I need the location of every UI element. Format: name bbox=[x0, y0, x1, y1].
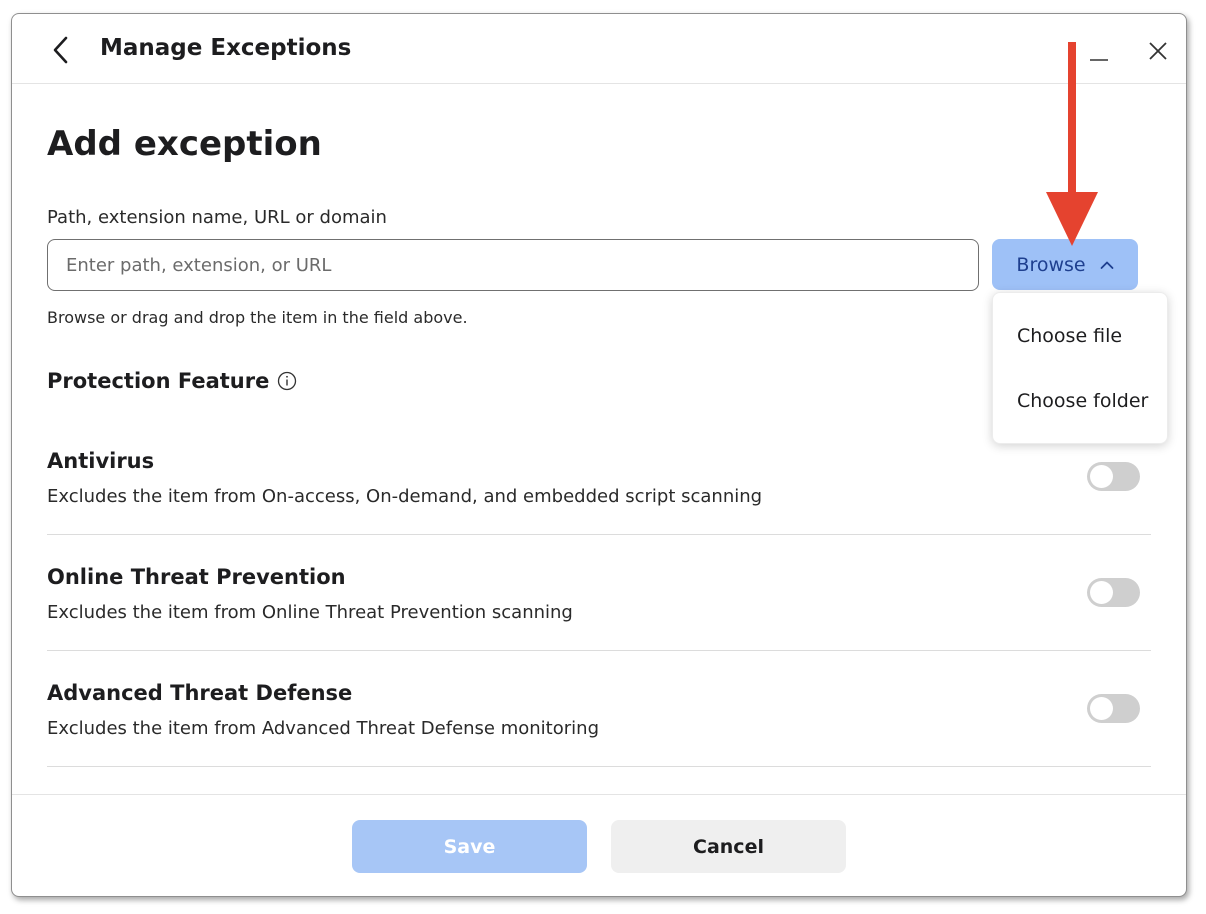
helper-text: Browse or drag and drop the item in the … bbox=[47, 308, 468, 327]
feature-name: Advanced Threat Defense bbox=[47, 681, 353, 705]
toggle-knob bbox=[1090, 697, 1113, 720]
antivirus-toggle[interactable] bbox=[1087, 462, 1140, 491]
path-field-label: Path, extension name, URL or domain bbox=[47, 207, 387, 228]
manage-exceptions-window: Manage Exceptions Add exception Path, ex… bbox=[11, 13, 1187, 897]
feature-name: Online Threat Prevention bbox=[47, 565, 346, 589]
path-input[interactable] bbox=[47, 239, 979, 291]
page-heading: Add exception bbox=[47, 124, 322, 164]
save-button[interactable]: Save bbox=[352, 820, 587, 873]
feature-description: Excludes the item from On-access, On-dem… bbox=[47, 486, 763, 507]
feature-description: Excludes the item from Online Threat Pre… bbox=[47, 602, 573, 623]
back-button[interactable] bbox=[48, 36, 74, 64]
toggle-knob bbox=[1090, 465, 1113, 488]
protection-feature-title: Protection Feature bbox=[47, 369, 270, 393]
browse-dropdown-menu: Choose file Choose folder bbox=[992, 292, 1168, 444]
feature-row-advanced-threat-defense: Advanced Threat Defense Excludes the ite… bbox=[47, 676, 1151, 792]
window-title: Manage Exceptions bbox=[100, 35, 352, 61]
cancel-button-label: Cancel bbox=[693, 835, 764, 858]
chevron-up-icon bbox=[1100, 261, 1113, 269]
divider bbox=[47, 534, 1151, 535]
dialog-footer: Save Cancel bbox=[12, 794, 1186, 897]
title-bar: Manage Exceptions bbox=[12, 14, 1186, 84]
cancel-button[interactable]: Cancel bbox=[611, 820, 846, 873]
feature-description: Excludes the item from Advanced Threat D… bbox=[47, 718, 599, 739]
menu-item-choose-folder[interactable]: Choose folder bbox=[1017, 390, 1148, 412]
feature-name: Antivirus bbox=[47, 449, 155, 473]
divider bbox=[47, 650, 1151, 651]
chevron-left-icon bbox=[53, 36, 68, 64]
save-button-label: Save bbox=[443, 835, 496, 858]
menu-item-choose-file[interactable]: Choose file bbox=[1017, 325, 1122, 347]
feature-row-online-threat-prevention: Online Threat Prevention Excludes the it… bbox=[47, 560, 1151, 676]
feature-row-antivirus: Antivirus Excludes the item from On-acce… bbox=[47, 444, 1151, 560]
browse-button-label: Browse bbox=[1016, 253, 1086, 276]
online-threat-prevention-toggle[interactable] bbox=[1087, 578, 1140, 607]
advanced-threat-defense-toggle[interactable] bbox=[1087, 694, 1140, 723]
info-icon[interactable] bbox=[277, 371, 297, 391]
close-button[interactable] bbox=[1145, 38, 1171, 64]
divider bbox=[47, 766, 1151, 767]
close-icon bbox=[1149, 42, 1167, 60]
arrow-down-icon bbox=[1046, 42, 1098, 246]
toggle-knob bbox=[1090, 581, 1113, 604]
protection-feature-heading: Protection Feature bbox=[47, 369, 297, 393]
